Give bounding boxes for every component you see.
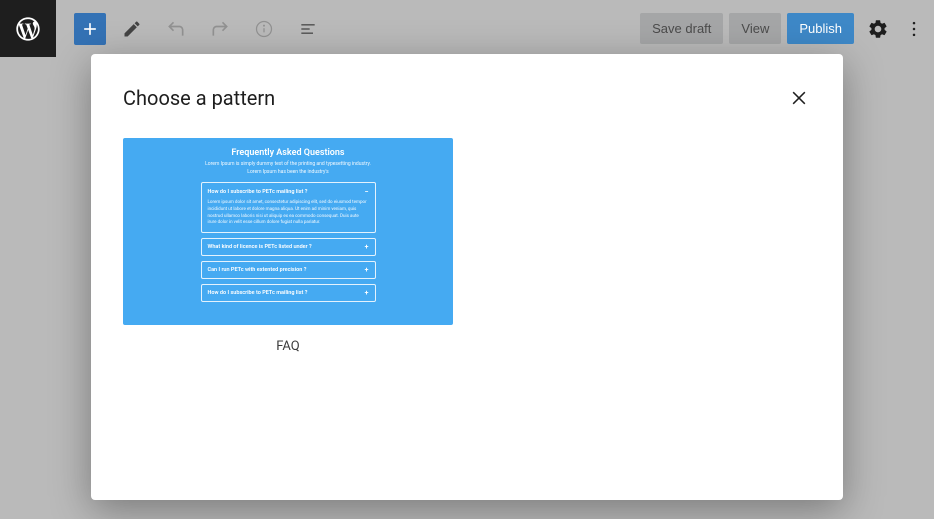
pattern-preview: Frequently Asked Questions Lorem Ipsum i… xyxy=(123,138,453,325)
plus-icon: + xyxy=(365,243,369,251)
pattern-grid: Frequently Asked Questions Lorem Ipsum i… xyxy=(123,138,811,354)
modal-backdrop: Choose a pattern Frequently Asked Questi… xyxy=(0,0,934,519)
preview-faq-item: What kind of licence is PETc listed unde… xyxy=(201,238,376,256)
preview-faq-item: How do I subscribe to PETc mailing list … xyxy=(201,284,376,302)
plus-icon: + xyxy=(365,289,369,297)
preview-faq-item-expanded: How do I subscribe to PETc mailing list … xyxy=(201,182,376,233)
pattern-label: FAQ xyxy=(123,339,453,354)
minus-icon: − xyxy=(365,188,369,196)
close-icon xyxy=(789,88,809,108)
close-button[interactable] xyxy=(783,82,815,114)
pattern-modal: Choose a pattern Frequently Asked Questi… xyxy=(91,54,843,500)
preview-subtext: Lorem Ipsum is simply dummy text of the … xyxy=(205,161,371,176)
preview-faq-item: Can I run PETc with extented precision ?… xyxy=(201,261,376,279)
pattern-item-faq[interactable]: Frequently Asked Questions Lorem Ipsum i… xyxy=(123,138,453,354)
preview-heading: Frequently Asked Questions xyxy=(231,148,344,158)
plus-icon: + xyxy=(365,266,369,274)
modal-title: Choose a pattern xyxy=(123,86,811,110)
